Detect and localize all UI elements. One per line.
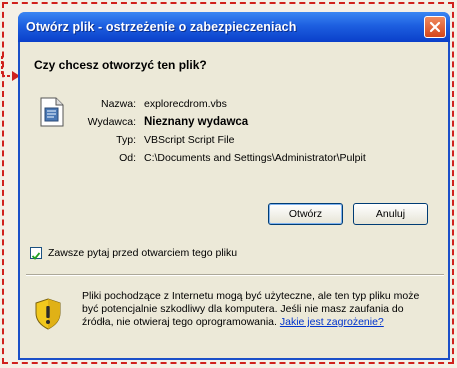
- info-row-publisher: Wydawca: Nieznany wydawca: [80, 113, 366, 131]
- from-value: C:\Documents and Settings\Administrator\…: [144, 152, 366, 164]
- callout-arrow-icon: [1, 56, 20, 81]
- dialog-window: Otwórz plik - ostrzeżenie o zabezpieczen…: [18, 12, 450, 360]
- from-label: Od:: [119, 152, 136, 164]
- warning-text: Pliki pochodzące z Internetu mogą być uż…: [82, 290, 430, 329]
- publisher-label: Wydawca:: [87, 116, 136, 128]
- always-ask-label[interactable]: Zawsze pytaj przed otwarciem tego pliku: [48, 247, 237, 259]
- type-value: VBScript Script File: [144, 134, 235, 146]
- file-info: Nazwa: explorecdrom.vbs Wydawca: Nieznan…: [80, 95, 366, 167]
- risk-link[interactable]: Jakie jest zagrożenie?: [280, 316, 384, 328]
- name-label: Nazwa:: [100, 98, 136, 110]
- info-row-name: Nazwa: explorecdrom.vbs: [80, 95, 366, 113]
- checkmark-icon: [31, 252, 41, 260]
- close-icon: [429, 21, 441, 33]
- vbscript-file-icon: [40, 97, 64, 127]
- close-button[interactable]: [424, 16, 446, 38]
- dialog-question: Czy chcesz otworzyć ten plik?: [34, 58, 207, 72]
- always-ask-checkbox[interactable]: [30, 247, 42, 260]
- type-label: Typ:: [116, 134, 136, 146]
- shield-warning-icon: [35, 298, 61, 330]
- name-value: explorecdrom.vbs: [144, 98, 227, 110]
- cancel-button[interactable]: Anuluj: [353, 203, 428, 225]
- info-row-type: Typ: VBScript Script File: [80, 131, 366, 149]
- title-bar: Otwórz plik - ostrzeżenie o zabezpieczen…: [18, 12, 450, 42]
- separator: [26, 274, 444, 276]
- info-row-from: Od: C:\Documents and Settings\Administra…: [80, 149, 366, 167]
- publisher-value[interactable]: Nieznany wydawca: [144, 116, 248, 128]
- open-button[interactable]: Otwórz: [268, 203, 343, 225]
- window-title: Otwórz plik - ostrzeżenie o zabezpieczen…: [26, 20, 297, 34]
